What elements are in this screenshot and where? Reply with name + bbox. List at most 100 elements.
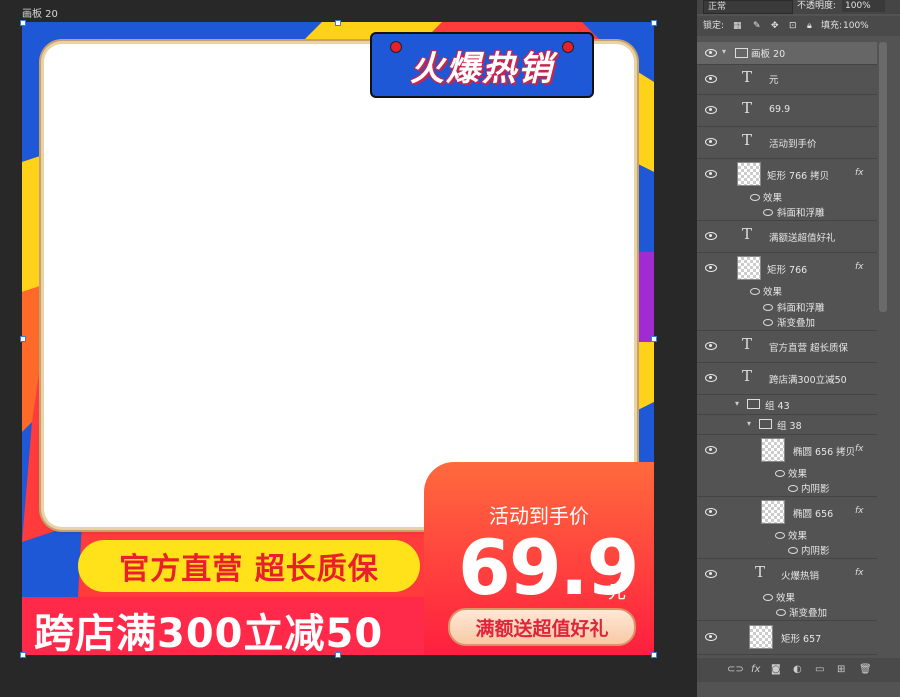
visibility-eye-icon[interactable] bbox=[705, 508, 717, 516]
artboard[interactable]: 火爆热销 活动到手价 69.9 元 满额送超值好礼 官方直营 超长质保 跨店满3… bbox=[22, 22, 654, 655]
effect-eye-icon[interactable] bbox=[788, 485, 798, 492]
visibility-eye-icon[interactable] bbox=[705, 264, 717, 272]
visibility-eye-icon[interactable] bbox=[705, 138, 717, 146]
effect-eye-icon[interactable] bbox=[775, 532, 785, 539]
effect-eye-icon[interactable] bbox=[775, 470, 785, 477]
folder-icon bbox=[759, 419, 772, 429]
effect-eye-icon[interactable] bbox=[750, 288, 760, 295]
layer-row[interactable]: 矩形 657 bbox=[697, 620, 877, 655]
layer-row[interactable]: T 跨店满300立减50 bbox=[697, 362, 877, 395]
layer-row[interactable]: 椭圆 656 拷贝 fx 效果 内阴影 bbox=[697, 434, 877, 497]
handle-bottom-left[interactable] bbox=[20, 652, 26, 658]
layer-row[interactable]: ▾ 组 38 bbox=[697, 414, 877, 435]
effect-eye-icon[interactable] bbox=[776, 609, 786, 616]
layer-row[interactable]: T 火爆热销 fx 效果 渐变叠加 bbox=[697, 558, 877, 621]
blend-mode-select[interactable]: 正常 bbox=[703, 0, 793, 14]
handle-middle-right[interactable] bbox=[651, 336, 657, 342]
visibility-eye-icon[interactable] bbox=[705, 446, 717, 454]
artboard-label[interactable]: 画板 20 bbox=[22, 5, 58, 20]
effects-label: 效果 bbox=[776, 593, 796, 604]
text-layer-icon: T bbox=[755, 563, 766, 581]
chevron-down-icon[interactable]: ▾ bbox=[747, 419, 751, 428]
visibility-eye-icon[interactable] bbox=[705, 75, 717, 83]
new-group-icon[interactable]: ▭ bbox=[815, 664, 824, 675]
layer-name: 组 38 bbox=[777, 421, 802, 432]
layer-name: 椭圆 656 bbox=[793, 509, 834, 520]
folder-icon bbox=[747, 399, 760, 409]
lock-artboard-icon[interactable]: ⊡ bbox=[789, 16, 797, 36]
text-layer-icon: T bbox=[742, 335, 753, 353]
visibility-eye-icon[interactable] bbox=[705, 49, 717, 57]
handle-top-middle[interactable] bbox=[335, 20, 341, 26]
visibility-eye-icon[interactable] bbox=[705, 232, 717, 240]
fx-icon[interactable]: fx bbox=[855, 568, 864, 578]
layer-row[interactable]: T 元 bbox=[697, 64, 877, 95]
lock-move-icon[interactable]: ✥ bbox=[771, 16, 779, 36]
layer-name: 画板 20 bbox=[751, 49, 786, 60]
link-layers-icon[interactable]: ⊂⊃ bbox=[727, 664, 744, 675]
layer-row[interactable]: T 69.9 bbox=[697, 94, 877, 127]
text-layer-icon: T bbox=[742, 68, 753, 86]
layers-scrollbar[interactable] bbox=[879, 42, 887, 312]
layer-name: 矩形 766 拷贝 bbox=[767, 171, 830, 182]
product-image-frame bbox=[44, 44, 634, 527]
fx-icon[interactable]: fx bbox=[855, 262, 864, 272]
layer-name: 69.9 bbox=[769, 104, 791, 115]
handle-middle-left[interactable] bbox=[20, 336, 26, 342]
layer-row[interactable]: 矩形 766 fx 效果 斜面和浮雕 渐变叠加 bbox=[697, 252, 877, 331]
lock-transparent-icon[interactable]: ▦ bbox=[733, 16, 742, 36]
pin-right-icon bbox=[562, 41, 574, 53]
lock-label: 锁定: bbox=[703, 21, 725, 31]
effect-eye-icon[interactable] bbox=[763, 594, 773, 601]
layer-thumbnail bbox=[737, 162, 761, 186]
handle-bottom-middle[interactable] bbox=[335, 652, 341, 658]
lock-paint-icon[interactable]: ✎ bbox=[753, 16, 761, 36]
layer-row[interactable]: ▾ 画板 20 bbox=[697, 42, 877, 65]
layer-row[interactable]: 椭圆 656 fx 效果 内阴影 bbox=[697, 496, 877, 559]
effect-eye-icon[interactable] bbox=[763, 209, 773, 216]
text-layer-icon: T bbox=[742, 225, 753, 243]
fx-icon[interactable]: fx bbox=[855, 506, 864, 516]
layer-row[interactable]: T 满额送超值好礼 bbox=[697, 220, 877, 253]
adjustment-layer-icon[interactable]: ◐ bbox=[793, 664, 802, 675]
visibility-eye-icon[interactable] bbox=[705, 342, 717, 350]
handle-top-right[interactable] bbox=[651, 20, 657, 26]
opacity-input[interactable]: 100% bbox=[842, 0, 885, 12]
handle-top-left[interactable] bbox=[20, 20, 26, 26]
effect-eye-icon[interactable] bbox=[763, 319, 773, 326]
new-layer-icon[interactable]: ⊞ bbox=[837, 664, 845, 675]
handle-bottom-right[interactable] bbox=[651, 652, 657, 658]
delete-layer-icon[interactable]: 🗑︎ bbox=[859, 664, 872, 675]
layer-row[interactable]: T 活动到手价 bbox=[697, 126, 877, 159]
text-layer-icon: T bbox=[742, 131, 753, 149]
fx-icon[interactable]: fx bbox=[855, 444, 864, 454]
lock-all-icon[interactable]: 🔒︎ bbox=[807, 16, 812, 36]
chevron-down-icon[interactable]: ▾ bbox=[722, 47, 726, 56]
text-layer-icon: T bbox=[742, 367, 753, 385]
visibility-eye-icon[interactable] bbox=[705, 374, 717, 382]
visibility-eye-icon[interactable] bbox=[705, 633, 717, 641]
layer-row[interactable]: ▾ 组 43 bbox=[697, 394, 877, 415]
layer-row[interactable]: T 官方直营 超长质保 bbox=[697, 330, 877, 363]
effects-label: 效果 bbox=[788, 531, 808, 542]
layer-thumbnail bbox=[749, 625, 773, 649]
canvas-area[interactable]: 画板 20 火爆热销 活动到手价 69.9 元 满额送超值好礼 官方直营 超长质… bbox=[0, 0, 697, 697]
chevron-down-icon[interactable]: ▾ bbox=[735, 399, 739, 408]
visibility-eye-icon[interactable] bbox=[705, 106, 717, 114]
effect-name: 渐变叠加 bbox=[789, 608, 828, 619]
layer-row[interactable]: 矩形 766 拷贝 fx 效果 斜面和浮雕 bbox=[697, 158, 877, 221]
add-style-icon[interactable]: fx bbox=[751, 664, 760, 675]
fill-input[interactable]: 100% bbox=[843, 16, 869, 36]
layer-name: 组 43 bbox=[765, 401, 790, 412]
effect-eye-icon[interactable] bbox=[750, 194, 760, 201]
visibility-eye-icon[interactable] bbox=[705, 170, 717, 178]
hot-sale-badge: 火爆热销 bbox=[370, 32, 594, 98]
layer-name: 跨店满300立减50 bbox=[769, 375, 847, 386]
effect-eye-icon[interactable] bbox=[788, 547, 798, 554]
visibility-eye-icon[interactable] bbox=[705, 570, 717, 578]
fx-icon[interactable]: fx bbox=[855, 168, 864, 178]
effect-eye-icon[interactable] bbox=[763, 304, 773, 311]
discount-text: 跨店满300立减50 bbox=[34, 611, 384, 655]
layers-panel: 正常 不透明度: 100% 锁定: ▦ ✎ ✥ ⊡ 🔒︎ 填充: 100% ▾ … bbox=[697, 0, 900, 697]
add-mask-icon[interactable]: ◙ bbox=[771, 664, 781, 675]
